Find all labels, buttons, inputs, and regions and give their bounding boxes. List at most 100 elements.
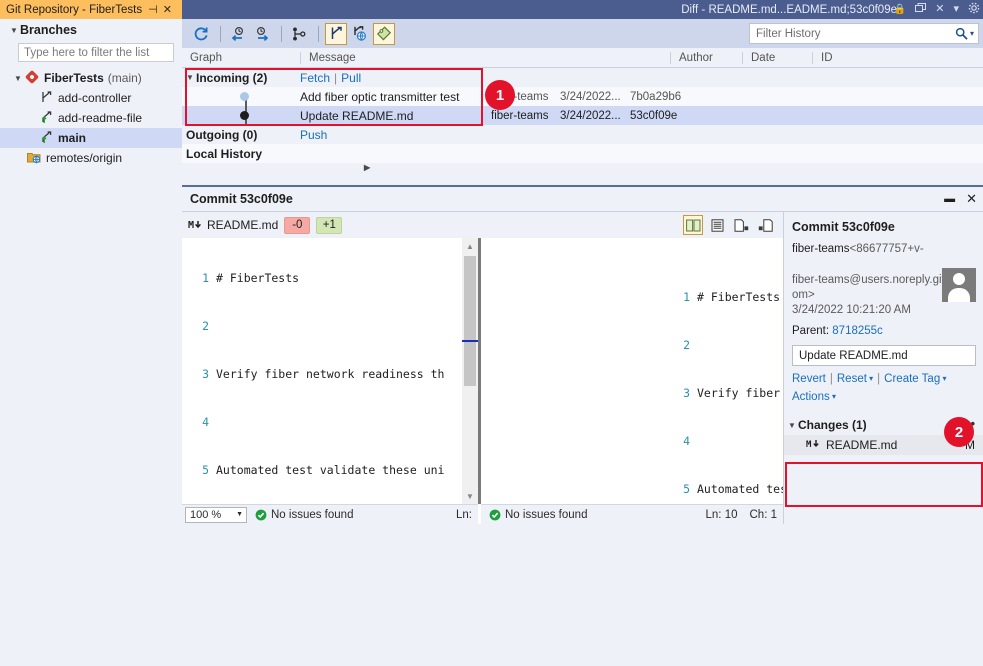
column-header-author[interactable]: Author [670,51,742,64]
commit-message-field[interactable]: Update README.md [792,345,976,366]
refresh-button[interactable] [190,23,212,45]
pull-link[interactable]: Pull [341,71,361,85]
repository-icon [24,69,40,85]
graph-cell [182,87,300,106]
left-pane-scrollbar[interactable]: ▲ ▼ [462,238,478,504]
show-tags-button[interactable] [373,22,395,45]
link-separator: | [334,70,338,85]
fetch-button[interactable] [227,23,249,45]
branch-graph-button[interactable] [288,23,310,45]
parent-label: Parent: [792,325,830,337]
title-bar: Git Repository - FiberTests ⊣ ✕ Diff - R… [0,0,983,19]
close-icon[interactable]: ✕ [163,3,172,16]
right-status-bar: No issues found Ln: 10 Ch: 1 [481,504,783,524]
parent-commit-link[interactable]: 8718255c [832,325,883,337]
branch-filter-input[interactable]: Type here to filter the list [18,43,174,62]
push-button[interactable] [251,23,273,45]
scroll-up-icon[interactable]: ▲ [462,238,478,254]
column-header-date[interactable]: Date [742,51,812,64]
line-number: 2 [683,338,690,352]
chevron-down-icon[interactable]: ▾ [940,374,946,383]
push-link[interactable]: Push [300,128,327,142]
zoom-level-select[interactable]: 100 % ▼ [185,506,247,523]
tree-item-fibertests[interactable]: FiberTests (main) [0,68,182,88]
filter-history-input[interactable]: Filter History ▾ [749,23,979,44]
no-issues-icon [489,509,501,521]
author-handle: <86677757+v- [849,243,924,255]
title-bar-icons: 🔒 ✕ ▾ [894,0,980,19]
commit-detail-dock: Commit 53c0f09e ▬ ✕ M README.md -0 +1 1 … [182,185,983,524]
chevron-down-icon[interactable] [788,421,798,430]
tree-item-add-controller[interactable]: add-controller [0,88,182,108]
chevron-down-icon[interactable] [186,73,196,82]
left-only-view-button[interactable] [731,215,751,235]
fetch-link[interactable]: Fetch [300,71,330,85]
close-icon[interactable]: ✕ [935,4,944,15]
document-title: Diff - README.md...EADME.md;53c0f09e [681,3,897,16]
right-only-view-button[interactable] [755,215,775,235]
column-header-graph[interactable]: Graph [182,52,300,64]
chevron-down-icon[interactable]: ▾ [830,392,836,401]
branch-tracking-icon [38,111,54,125]
search-icon[interactable]: ▾ [955,27,974,40]
diff-left-pane[interactable]: 1 # FiberTests 2 3 Verify fiber network re… [182,238,481,504]
git-toolbar: Filter History ▾ [182,19,983,48]
column-header-id[interactable]: ID [812,51,892,64]
close-icon[interactable]: ✕ [966,191,977,207]
details-title: Commit 53c0f09e [792,220,895,234]
side-by-side-view-button[interactable] [683,215,703,235]
commit-table-header: Graph Message Author Date ID [182,48,983,68]
tree-item-label: remotes/origin [46,151,123,165]
show-branches-button[interactable] [325,22,347,45]
chevron-down-icon[interactable]: ▾ [867,374,873,383]
line-number: 2 [202,319,209,333]
branches-header[interactable]: Branches [0,19,182,41]
commit-id: 7b0a29b6 [630,90,682,103]
pin-icon[interactable]: ⊣ [148,3,158,16]
tree-item-remotes-origin[interactable]: remotes/origin [0,38,983,541]
scroll-down-icon[interactable]: ▼ [462,488,478,504]
group-links-cell: Push [300,125,488,144]
dock-body: M README.md -0 +1 1 # FiberTests 2 3 Ver… [182,212,983,524]
dock-title: Commit 53c0f09e [190,192,293,206]
column-header-message[interactable]: Message [300,51,670,64]
chevron-down-icon[interactable] [14,74,24,83]
tab-git-repository[interactable]: Git Repository - FiberTests ⊣ ✕ [0,0,182,19]
minimize-icon[interactable]: ▬ [944,193,955,205]
create-tag-link[interactable]: Create Tag [884,373,940,385]
commit-group-local-history[interactable]: Local History [182,144,983,666]
actions-link[interactable]: Actions [792,391,830,403]
commit-author: fiber-teams [491,109,549,122]
commit-group-outgoing[interactable]: Outgoing (0) Push [182,125,983,647]
inline-view-button[interactable] [707,215,727,235]
commit-id: 53c0f09e [630,109,678,122]
remote-folder-icon [26,151,42,165]
code-text: # FiberTests [216,271,300,285]
details-author: fiber-teams<86677757+v- [784,234,983,257]
line-indicator: Ln: [456,508,472,521]
branch-icon [38,91,54,105]
revert-link[interactable]: Revert [792,373,826,385]
group-graph-cell: Local History [182,144,983,666]
chevron-down-icon[interactable]: ▾ [953,4,959,15]
dock-header: Commit 53c0f09e ▬ ✕ [182,187,983,212]
restore-icon[interactable] [915,3,927,16]
commit-group-incoming[interactable]: Incoming (2) Fetch | Pull [182,68,983,87]
tree-item-suffix: (main) [107,71,142,85]
gear-icon[interactable] [968,2,980,17]
code-text: Automated test validate these uni [216,463,445,477]
diff-view-buttons [683,215,775,235]
commit-message-value: Update README.md [799,349,908,362]
tree-item-add-readme-file[interactable]: add-readme-file [0,108,182,128]
table-row[interactable]: Update README.md fiber-teams 3/24/2022..… [182,106,983,125]
show-remote-branches-button[interactable] [349,23,371,45]
changed-file-name: README.md [826,438,898,452]
lock-icon[interactable]: 🔒 [894,4,906,15]
table-row[interactable]: Add fiber optic transmitter test fiber-t… [182,87,983,106]
group-graph-cell: Outgoing (0) [182,125,983,647]
group-label: Local History [186,146,263,161]
scrollbar-thumb[interactable] [464,256,476,386]
reset-link[interactable]: Reset [837,373,867,385]
issues-status-label: No issues found [505,508,588,521]
tree-item-main[interactable]: main [0,128,182,148]
